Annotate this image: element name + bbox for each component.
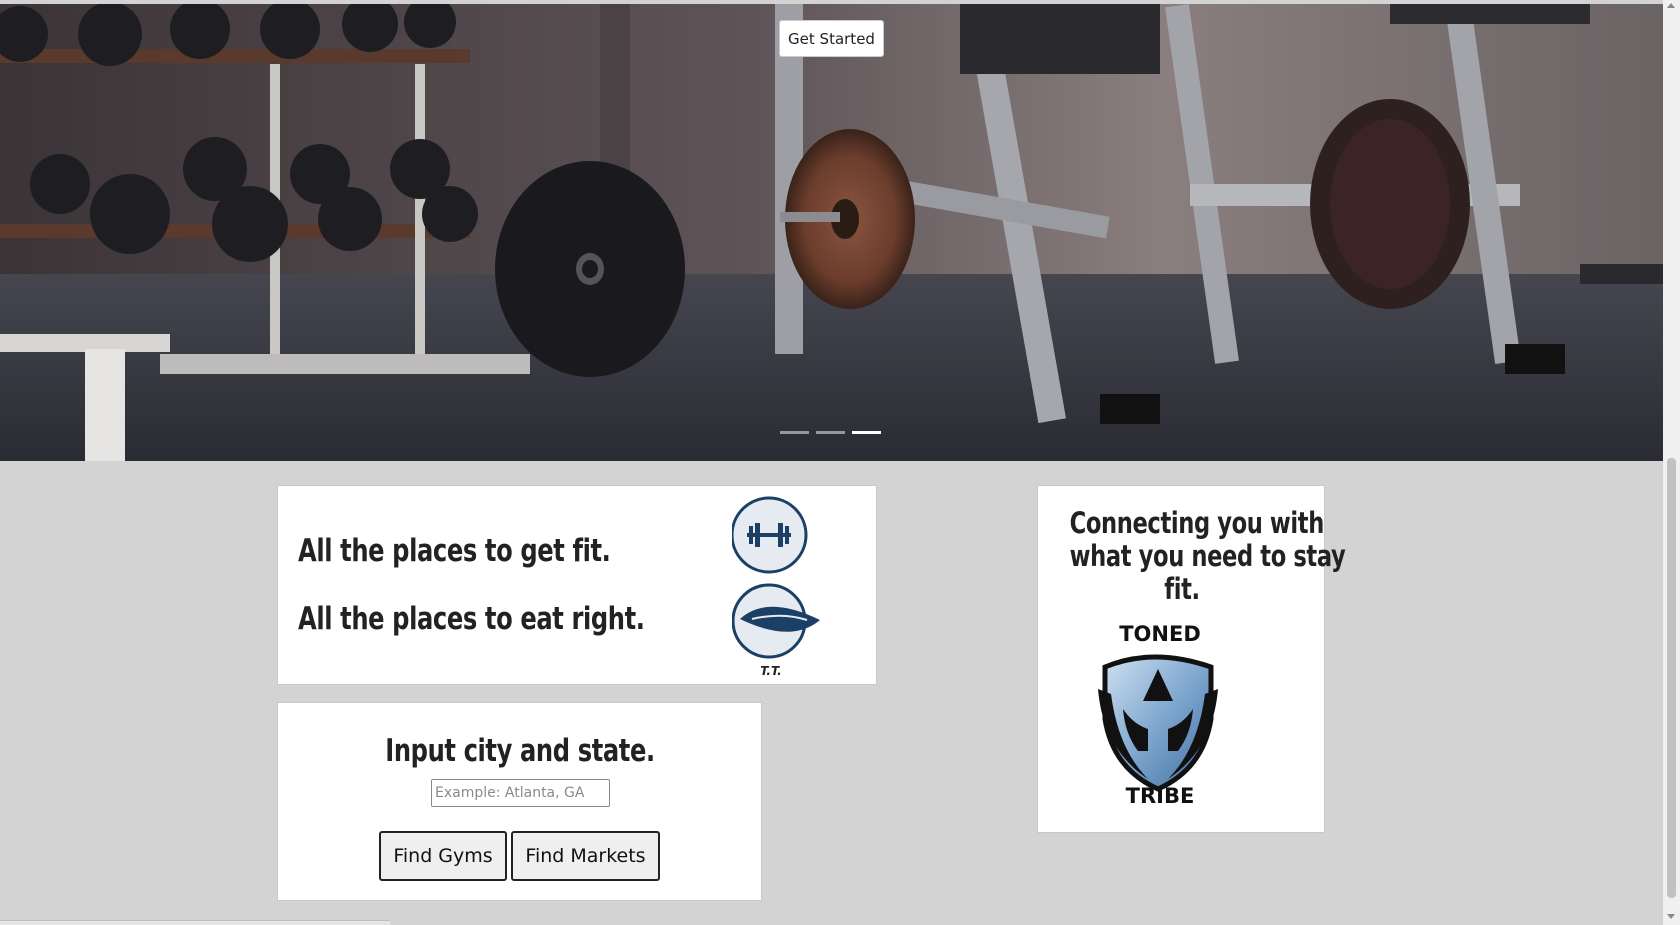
bottom-edge-strip (0, 920, 390, 925)
scrollbar-thumb[interactable] (1667, 458, 1676, 898)
tagline-line-3: fit. (1164, 572, 1200, 606)
tagline-line-2: what you need to stay (1069, 539, 1346, 573)
scroll-down-icon[interactable] (1667, 914, 1675, 919)
hero-carousel: Get Started (0, 4, 1663, 461)
gym-equipment-photo (0, 4, 1663, 461)
tagline-card: Connecting you with what you need to sta… (1037, 485, 1346, 833)
brand-top-text: TONED (1119, 622, 1201, 646)
leaf-icon (732, 583, 820, 659)
carousel-indicator-3[interactable] (852, 431, 881, 434)
features-card: All the places to get fit. All the place… (277, 485, 877, 685)
brand-bottom-text: TRIBE (1126, 784, 1195, 808)
find-gyms-button[interactable]: Find Gyms (379, 831, 507, 881)
toned-tribe-icons: T.T. (732, 496, 820, 678)
search-heading: Input city and state. (384, 733, 655, 769)
carousel-indicators (780, 431, 881, 434)
barbell-icon (732, 496, 808, 574)
city-state-input[interactable] (431, 779, 610, 807)
find-markets-button[interactable]: Find Markets (511, 831, 660, 881)
logo-caption: T.T. (760, 664, 781, 678)
carousel-indicator-1[interactable] (780, 431, 809, 434)
toned-tribe-logo: TONED TRIBE (1098, 622, 1218, 808)
get-started-button[interactable]: Get Started (779, 20, 884, 57)
carousel-indicator-2[interactable] (816, 431, 845, 434)
get-fit-heading: All the places to get fit. (298, 533, 611, 569)
search-card: Input city and state. Find Gyms Find Mar… (277, 702, 762, 901)
scroll-up-icon[interactable] (1667, 3, 1675, 8)
tagline-line-1: Connecting you with (1069, 506, 1325, 540)
eat-right-heading: All the places to eat right. (298, 601, 645, 637)
page-scrollbar[interactable] (1663, 0, 1680, 925)
